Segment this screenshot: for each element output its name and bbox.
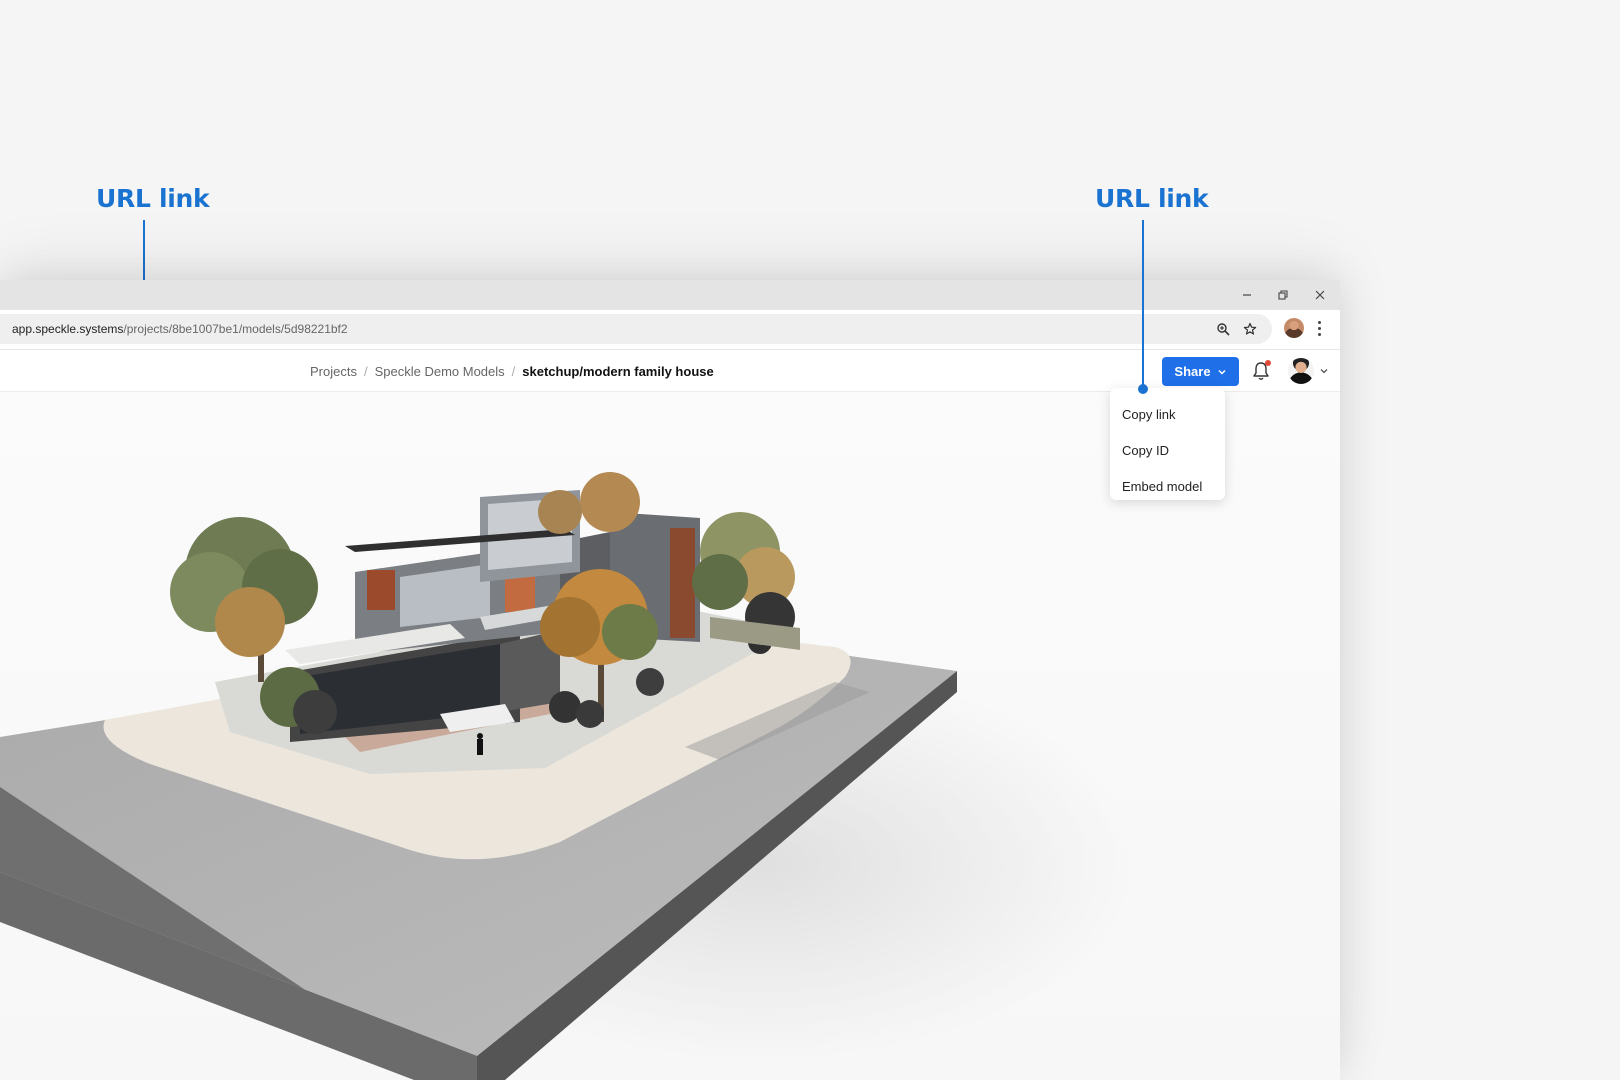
orange-panel [367, 570, 395, 610]
close-icon[interactable] [1308, 285, 1332, 305]
chevron-down-icon[interactable] [1318, 365, 1330, 377]
breadcrumb-projects[interactable]: Projects [310, 364, 357, 379]
callout-label-left: URL link [96, 184, 210, 213]
menu-item-copy-link[interactable]: Copy link [1110, 396, 1225, 432]
url-host: app.speckle.systems [12, 322, 124, 336]
star-icon[interactable] [1241, 320, 1259, 338]
tree-back [538, 472, 640, 534]
callout-dot-right [1138, 384, 1148, 394]
profile-avatar[interactable] [1284, 318, 1304, 338]
breadcrumb-project[interactable]: Speckle Demo Models [375, 364, 505, 379]
browser-toolbar: app.speckle.systems/projects/8be1007be1/… [0, 310, 1340, 350]
breadcrumb: Projects / Speckle Demo Models / sketchu… [310, 350, 714, 392]
zoom-icon[interactable] [1214, 320, 1232, 338]
tower-louvers [670, 528, 695, 638]
menu-item-copy-id[interactable]: Copy ID [1110, 432, 1225, 468]
notification-dot [1265, 360, 1271, 366]
browser-window: app.speckle.systems/projects/8be1007be1/… [0, 280, 1340, 1080]
kebab-menu-icon[interactable] [1312, 318, 1326, 338]
breadcrumb-model: sketchup/modern family house [522, 363, 714, 379]
title-bar [0, 280, 1340, 310]
restore-icon[interactable] [1271, 285, 1295, 305]
menu-item-embed-model[interactable]: Embed model [1110, 468, 1225, 504]
notification-bell-icon[interactable] [1251, 360, 1273, 382]
minimize-icon[interactable] [1235, 285, 1259, 305]
user-avatar[interactable] [1288, 358, 1314, 384]
callout-line-right [1142, 220, 1144, 388]
address-bar[interactable]: app.speckle.systems/projects/8be1007be1/… [0, 314, 1272, 344]
breadcrumb-separator: / [363, 363, 368, 379]
share-menu: Copy link Copy ID Embed model [1110, 388, 1225, 500]
share-button[interactable]: Share [1162, 357, 1239, 386]
share-button-label: Share [1174, 364, 1211, 379]
url-path: /projects/8be1007be1/models/5d98221bf2 [123, 322, 348, 336]
chevron-down-icon [1218, 369, 1226, 375]
breadcrumb-separator: / [511, 363, 516, 379]
person-figure [477, 733, 483, 755]
callout-label-right: URL link [1095, 184, 1209, 213]
